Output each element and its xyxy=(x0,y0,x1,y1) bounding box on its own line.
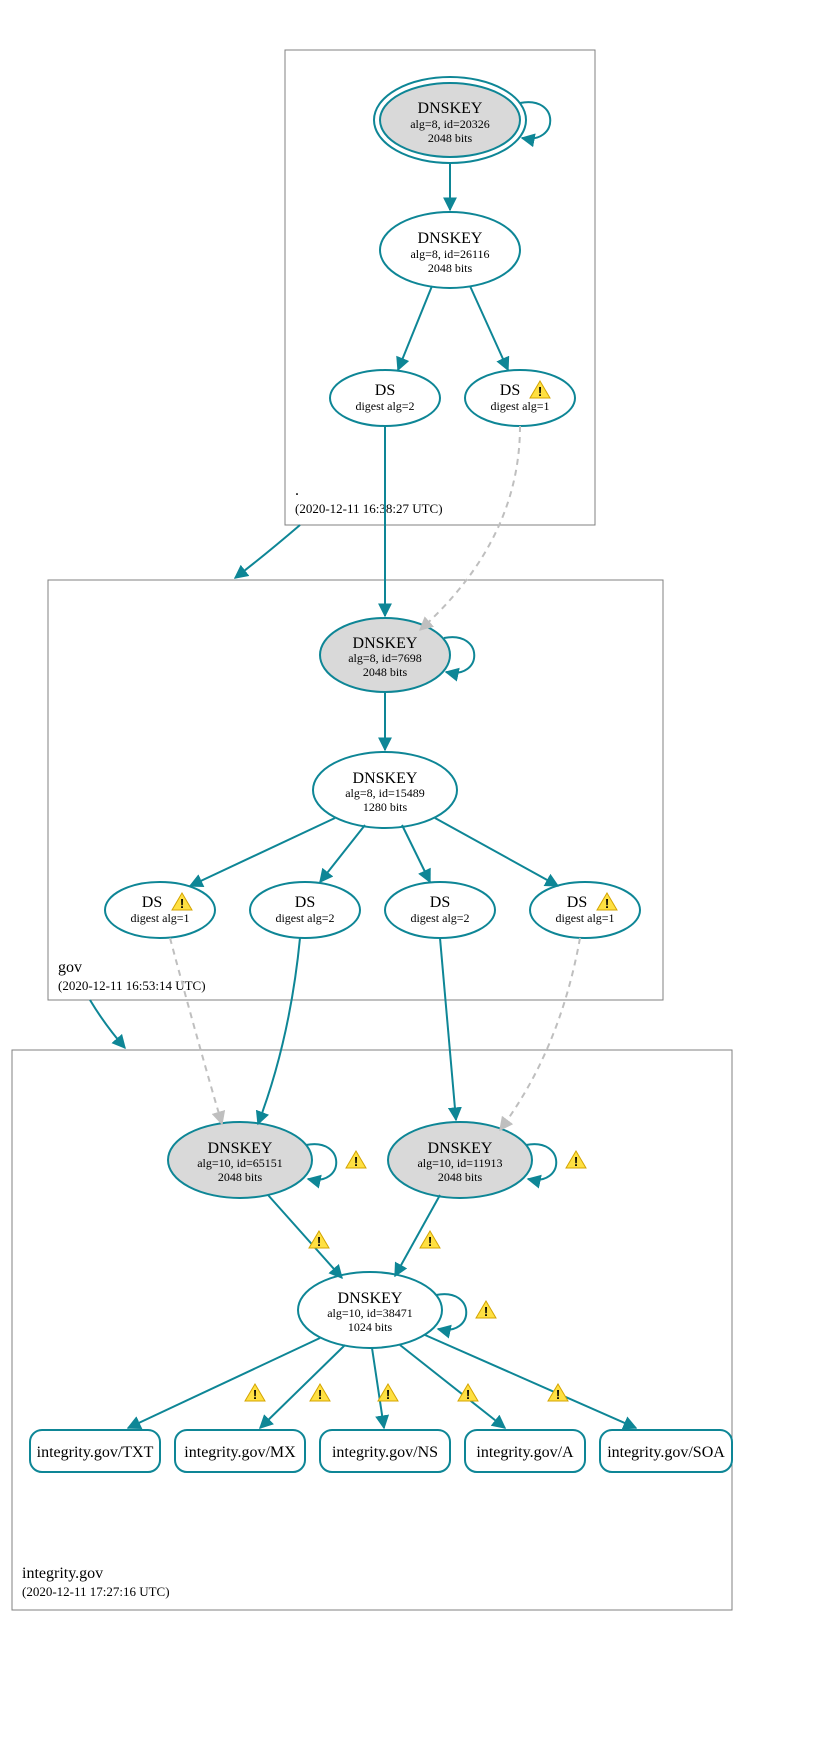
svg-text:DNSKEY: DNSKEY xyxy=(418,230,483,247)
svg-text:alg=8, id=15489: alg=8, id=15489 xyxy=(345,786,425,800)
svg-text:digest alg=2: digest alg=2 xyxy=(410,911,469,925)
zone-gov-label: gov xyxy=(58,959,82,976)
rr-ns: integrity.gov/NS xyxy=(320,1430,450,1472)
svg-text:DNSKEY: DNSKEY xyxy=(353,770,418,787)
svg-text:DNSKEY: DNSKEY xyxy=(428,1140,493,1157)
warning-icon xyxy=(310,1384,330,1402)
node-int-ksk2: DNSKEY alg=10, id=11913 2048 bits xyxy=(388,1122,532,1198)
svg-text:DNSKEY: DNSKEY xyxy=(353,635,418,652)
svg-text:2048 bits: 2048 bits xyxy=(218,1170,263,1184)
svg-text:alg=8, id=20326: alg=8, id=20326 xyxy=(410,117,490,131)
zone-integrity-label: integrity.gov xyxy=(22,1565,103,1582)
edge-govds3-intksk2 xyxy=(440,938,456,1120)
svg-text:DS: DS xyxy=(567,894,587,911)
zone-root-label: . xyxy=(295,482,299,499)
svg-text:integrity.gov/MX: integrity.gov/MX xyxy=(184,1444,296,1461)
delegation-root-to-gov xyxy=(235,525,300,578)
svg-text:2048 bits: 2048 bits xyxy=(428,131,473,145)
selfloop-root-ksk xyxy=(520,102,550,139)
edge-govzsk-ds4 xyxy=(435,818,558,886)
svg-text:digest alg=1: digest alg=1 xyxy=(555,911,614,925)
svg-text:DNSKEY: DNSKEY xyxy=(208,1140,273,1157)
svg-text:alg=10, id=65151: alg=10, id=65151 xyxy=(197,1156,283,1170)
edge-intzsk-txt xyxy=(128,1338,320,1428)
svg-text:alg=8, id=26116: alg=8, id=26116 xyxy=(410,247,489,261)
edge-govds4-intksk2 xyxy=(500,938,580,1130)
zone-integrity-timestamp: (2020-12-11 17:27:16 UTC) xyxy=(22,1584,170,1599)
edge-govzsk-ds2 xyxy=(320,825,365,882)
node-root-ds1: DS digest alg=2 xyxy=(330,370,440,426)
svg-text:1024 bits: 1024 bits xyxy=(348,1320,393,1334)
warning-icon xyxy=(378,1384,398,1402)
svg-text:DNSKEY: DNSKEY xyxy=(338,1290,403,1307)
dnssec-diagram: ! . (2020-12-11 16:38:27 UTC) gov (2020-… xyxy=(0,0,833,1762)
warning-icon xyxy=(476,1301,496,1319)
svg-text:alg=8, id=7698: alg=8, id=7698 xyxy=(348,651,422,665)
delegation-gov-to-integrity xyxy=(90,1000,125,1048)
edge-govzsk-ds1 xyxy=(190,818,335,886)
warning-icon xyxy=(566,1151,586,1169)
node-gov-zsk: DNSKEY alg=8, id=15489 1280 bits xyxy=(313,752,457,828)
svg-text:2048 bits: 2048 bits xyxy=(438,1170,483,1184)
node-gov-ds4: DS digest alg=1 xyxy=(530,882,640,938)
svg-text:integrity.gov/SOA: integrity.gov/SOA xyxy=(607,1444,725,1461)
svg-text:integrity.gov/A: integrity.gov/A xyxy=(476,1444,574,1461)
warning-icon xyxy=(548,1384,568,1402)
svg-text:DS: DS xyxy=(142,894,162,911)
edge-intzsk-mx xyxy=(260,1345,345,1428)
svg-text:alg=10, id=38471: alg=10, id=38471 xyxy=(327,1306,413,1320)
svg-text:2048 bits: 2048 bits xyxy=(428,261,473,275)
svg-text:2048 bits: 2048 bits xyxy=(363,665,408,679)
node-root-ds2: DS digest alg=1 xyxy=(465,370,575,426)
node-int-ksk1: DNSKEY alg=10, id=65151 2048 bits xyxy=(168,1122,312,1198)
rr-a: integrity.gov/A xyxy=(465,1430,585,1472)
edge-intzsk-soa xyxy=(425,1335,636,1428)
node-int-zsk: DNSKEY alg=10, id=38471 1024 bits xyxy=(298,1272,442,1348)
svg-text:integrity.gov/TXT: integrity.gov/TXT xyxy=(37,1444,154,1461)
edge-govzsk-ds3 xyxy=(402,825,430,882)
node-root-ksk: DNSKEY alg=8, id=20326 2048 bits xyxy=(374,77,526,163)
svg-text:DS: DS xyxy=(430,894,450,911)
svg-text:alg=10, id=11913: alg=10, id=11913 xyxy=(417,1156,502,1170)
svg-text:digest alg=1: digest alg=1 xyxy=(490,399,549,413)
node-gov-ds3: DS digest alg=2 xyxy=(385,882,495,938)
svg-text:digest alg=1: digest alg=1 xyxy=(130,911,189,925)
edge-rootzsk-ds1 xyxy=(398,286,432,370)
edge-rootds2-govksk xyxy=(420,426,520,630)
edge-intksk2-intzsk xyxy=(395,1195,440,1276)
rr-mx: integrity.gov/MX xyxy=(175,1430,305,1472)
warning-icon xyxy=(420,1231,440,1249)
warning-icon xyxy=(309,1231,329,1249)
svg-text:DS: DS xyxy=(295,894,315,911)
edge-govds1-intksk1 xyxy=(170,938,222,1124)
edge-govds2-intksk1 xyxy=(258,938,300,1124)
svg-text:DS: DS xyxy=(500,382,520,399)
edge-intzsk-a xyxy=(400,1345,505,1428)
edge-intzsk-ns xyxy=(372,1348,384,1428)
svg-text:integrity.gov/NS: integrity.gov/NS xyxy=(332,1444,438,1461)
svg-text:digest alg=2: digest alg=2 xyxy=(275,911,334,925)
svg-text:1280 bits: 1280 bits xyxy=(363,800,408,814)
node-gov-ds2: DS digest alg=2 xyxy=(250,882,360,938)
svg-text:DNSKEY: DNSKEY xyxy=(418,100,483,117)
warning-icon xyxy=(346,1151,366,1169)
node-gov-ds1: DS digest alg=1 xyxy=(105,882,215,938)
edge-intksk1-intzsk xyxy=(268,1195,342,1278)
edge-rootzsk-ds2 xyxy=(470,286,508,370)
svg-text:DS: DS xyxy=(375,382,395,399)
rr-txt: integrity.gov/TXT xyxy=(30,1430,160,1472)
node-gov-ksk: DNSKEY alg=8, id=7698 2048 bits xyxy=(320,618,450,692)
rr-soa: integrity.gov/SOA xyxy=(600,1430,732,1472)
warning-icon xyxy=(245,1384,265,1402)
zone-root-timestamp: (2020-12-11 16:38:27 UTC) xyxy=(295,501,443,516)
svg-text:digest alg=2: digest alg=2 xyxy=(355,399,414,413)
node-root-zsk: DNSKEY alg=8, id=26116 2048 bits xyxy=(380,212,520,288)
